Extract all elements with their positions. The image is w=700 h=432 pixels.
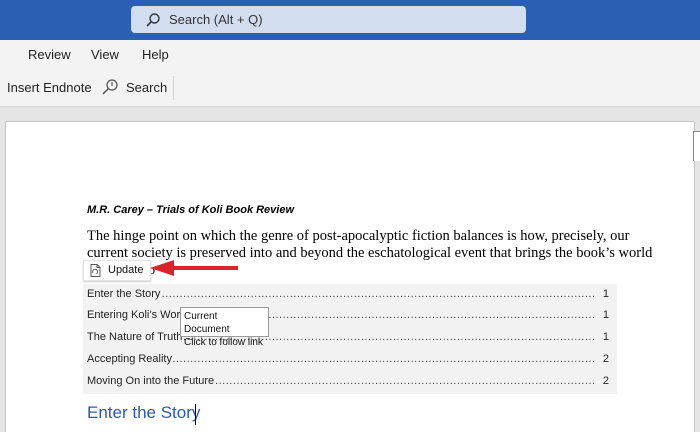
search-icon <box>102 79 118 95</box>
toc-entry[interactable]: ........................................… <box>87 331 609 347</box>
page-edge <box>695 121 700 432</box>
tooltip-line: Click to follow link <box>184 337 263 348</box>
toc-entry-label: The Nature of Truth <box>87 331 184 343</box>
adjacent-page-edge <box>693 131 700 161</box>
toc-entry-page: 1 <box>602 331 609 343</box>
update-table-button[interactable]: Update <box>83 260 151 281</box>
toc-entry[interactable]: ........................................… <box>87 288 609 304</box>
title-bar: Search (Alt + Q) <box>0 0 700 40</box>
ribbon: Insert Endnote Search <box>0 70 700 107</box>
paragraph-line: The hinge point on which the genre of po… <box>87 228 630 244</box>
tab-help[interactable]: Help <box>142 47 169 62</box>
document-update-icon <box>90 264 101 277</box>
menu-bar: Review View Help <box>0 40 700 70</box>
tab-review[interactable]: Review <box>28 47 71 62</box>
text-cursor <box>195 404 196 425</box>
tab-view[interactable]: View <box>91 47 119 62</box>
toc-entry-page: 2 <box>602 353 609 365</box>
toc-leader: ........................................… <box>87 288 595 300</box>
annotation-arrow <box>150 260 238 276</box>
insert-endnote-button[interactable]: Insert Endnote <box>7 80 92 95</box>
toc-entry[interactable]: ........................................… <box>87 353 609 369</box>
section-heading: Enter the Story <box>87 403 201 422</box>
toc-entry-page: 2 <box>602 375 609 387</box>
ribbon-search-label: Search <box>126 79 168 95</box>
toc-entry[interactable]: ........................................… <box>87 309 609 325</box>
ribbon-separator <box>173 76 174 100</box>
hyperlink-tooltip: Current Document Click to follow link <box>180 307 269 348</box>
ribbon-search-button[interactable]: Search <box>101 78 167 96</box>
search-box[interactable]: Search (Alt + Q) <box>131 6 526 33</box>
update-label: Update <box>108 264 144 276</box>
toc-entry-label: Moving On into the Future <box>87 375 216 387</box>
tooltip-line: Current Document <box>184 311 230 335</box>
toc-entry-label: Entering Koli’s Wor <box>87 309 182 321</box>
toc-entry-page: 1 <box>602 288 609 300</box>
toc-entry-page: 1 <box>602 309 609 321</box>
table-of-contents: ........................................… <box>83 284 617 394</box>
search-icon <box>146 13 160 27</box>
search-label: Search (Alt + Q) <box>169 12 263 27</box>
document-title: M.R. Carey – Trials of Koli Book Review <box>87 204 295 216</box>
toc-entry-label: Accepting Reality <box>87 353 173 365</box>
toc-entry-label: Enter the Story <box>87 288 162 300</box>
toc-entry[interactable]: ........................................… <box>87 375 609 391</box>
